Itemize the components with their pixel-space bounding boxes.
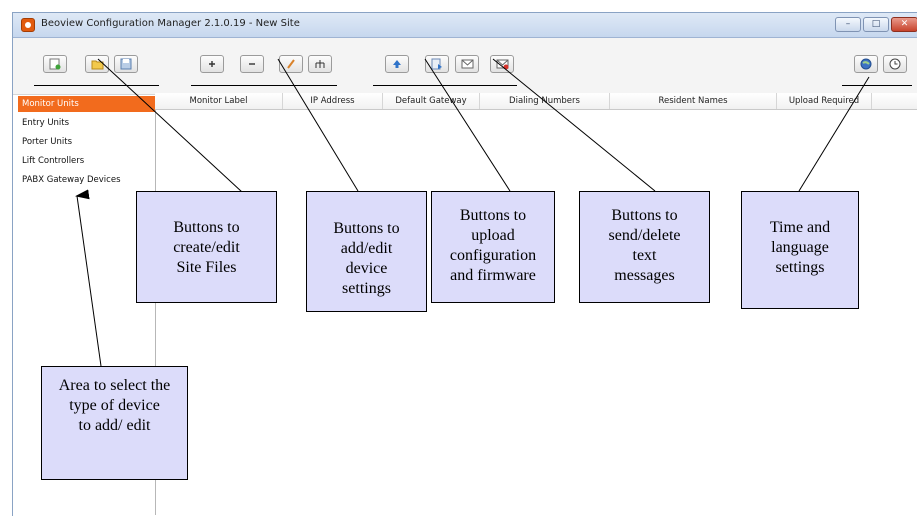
- callout-line: type of device: [69, 397, 160, 414]
- upload-callout: Buttons to upload configuration and firm…: [431, 191, 555, 303]
- device-area-arrow: [75, 189, 102, 367]
- callout-line: Site Files: [176, 259, 237, 276]
- device-area-callout: Area to select the type of device to add…: [41, 366, 188, 480]
- time-language-leader-line: [798, 76, 870, 192]
- messages-callout: Buttons to send/delete text messages: [579, 191, 710, 303]
- callout-line: add/edit: [340, 240, 393, 257]
- callout-line: Time and: [769, 219, 831, 236]
- time-language-callout: Time and language settings: [741, 191, 859, 309]
- callout-line: to add/ edit: [78, 417, 151, 434]
- callout-line: send/delete: [608, 227, 681, 244]
- callout-line: messages: [614, 267, 675, 284]
- messages-leader-line: [492, 58, 656, 192]
- callout-line: language: [771, 239, 829, 256]
- callout-line: upload: [471, 227, 515, 244]
- callout-line: Area to select the: [58, 377, 171, 394]
- callout-line: Buttons to: [611, 207, 678, 224]
- callout-line: and firmware: [450, 267, 536, 284]
- callout-line: device: [345, 260, 388, 277]
- callout-line: Buttons to: [173, 219, 240, 236]
- callout-line: create/edit: [173, 239, 240, 256]
- callout-line: settings: [342, 280, 391, 297]
- upload-leader-line: [424, 58, 511, 192]
- device-settings-callout: Buttons to add/edit device settings: [306, 191, 427, 312]
- callout-line: text: [632, 247, 657, 264]
- callout-line: settings: [775, 259, 825, 276]
- callout-line: Buttons to: [459, 207, 527, 224]
- callout-line: Buttons to: [333, 220, 400, 237]
- site-files-callout: Buttons to create/edit Site Files: [136, 191, 277, 303]
- callout-line: configuration: [449, 247, 537, 264]
- site-files-leader-line: [97, 58, 243, 193]
- device-settings-leader-line: [277, 58, 359, 192]
